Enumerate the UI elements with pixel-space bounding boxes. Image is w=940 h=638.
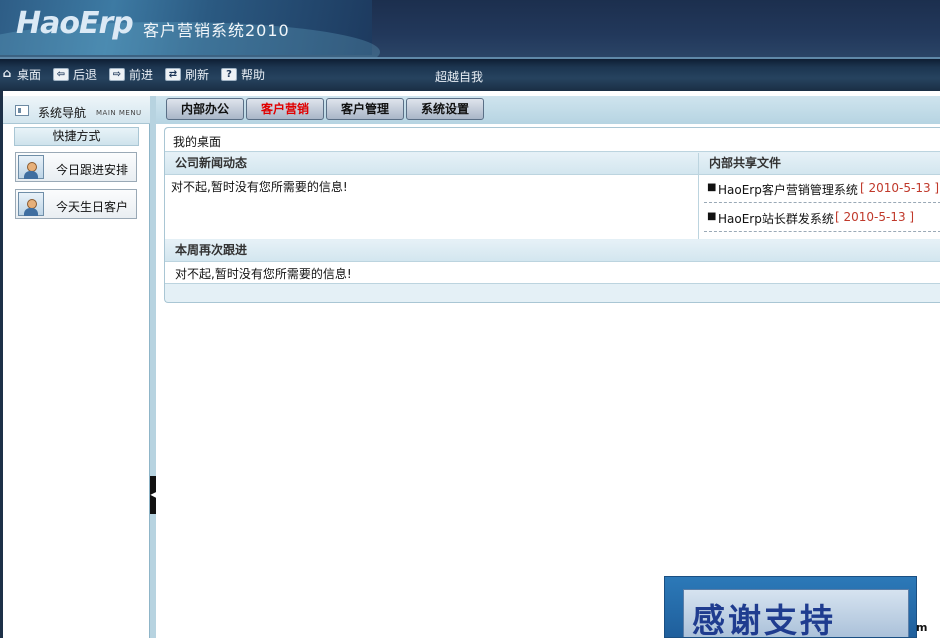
help-icon: ? bbox=[221, 67, 237, 81]
toolbar-back-label: 后退 bbox=[73, 67, 98, 82]
tab-marketing[interactable]: 客户营销 bbox=[246, 98, 324, 120]
toolbar-forward-button[interactable]: ⇨ 前进 bbox=[109, 66, 153, 82]
desktop-panel-title: 我的桌面 bbox=[165, 128, 940, 152]
file-link[interactable]: HaoErp站长群发系统 bbox=[718, 210, 834, 227]
refresh-icon: ⇄ bbox=[165, 67, 181, 81]
tab-office[interactable]: 内部办公 bbox=[166, 98, 244, 120]
menu-icon bbox=[15, 105, 29, 116]
file-date: [ 2010-5-13 ] bbox=[860, 181, 940, 195]
toolbar: ⌂ 桌面 ⇦ 后退 ⇨ 前进 ⇄ 刷新 ? 帮助 超越自我 bbox=[0, 57, 940, 91]
followup-section-header: 本周再次跟进 bbox=[165, 240, 940, 262]
toolbar-forward-label: 前进 bbox=[129, 67, 154, 82]
sidebar-header: 系统导航 MAIN MENU bbox=[3, 96, 150, 124]
shortcut-label: 今日跟进安排 bbox=[56, 163, 129, 177]
toolbar-desktop-label: 桌面 bbox=[17, 67, 42, 82]
files-section-body: ■ HaoErp客户营销管理系统 [ 2010-5-13 ] ■ HaoErp站… bbox=[699, 175, 940, 239]
shortcut-today-followup[interactable]: 今日跟进安排 bbox=[15, 152, 137, 182]
shortcut-label: 今天生日客户 bbox=[56, 200, 129, 214]
toolbar-slogan: 超越自我 bbox=[435, 70, 484, 84]
sidebar-title: 系统导航 bbox=[38, 106, 87, 120]
toolbar-back-button[interactable]: ⇦ 后退 bbox=[53, 66, 97, 82]
thanks-badge-inner: 感谢支持 bbox=[683, 589, 909, 638]
files-section-header: 内部共享文件 bbox=[699, 153, 940, 175]
tab-system-settings[interactable]: 系统设置 bbox=[406, 98, 484, 120]
shortcut-birthday-customers[interactable]: 今天生日客户 bbox=[15, 189, 137, 219]
tab-customer-management[interactable]: 客户管理 bbox=[326, 98, 404, 120]
toolbar-refresh-button[interactable]: ⇄ 刷新 bbox=[165, 66, 209, 82]
back-arrow-icon: ⇦ bbox=[53, 67, 69, 81]
user-icon bbox=[18, 192, 44, 216]
news-section-body: 对不起,暂时没有您所需要的信息! bbox=[165, 175, 699, 239]
badge-tail-text: m bbox=[916, 621, 928, 634]
followup-section-body: 对不起,暂时没有您所需要的信息! bbox=[165, 262, 940, 284]
forward-arrow-icon: ⇨ bbox=[109, 67, 125, 81]
file-list-item: ■ HaoErp站长群发系统 [ 2010-5-13 ] bbox=[704, 204, 940, 232]
main-area: 内部办公 客户营销 客户管理 系统设置 我的桌面 公司新闻动态 对不起,暂时没有… bbox=[156, 91, 940, 638]
sidebar-title-en: MAIN MENU bbox=[96, 109, 142, 117]
thanks-badge: 感谢支持 bbox=[664, 576, 917, 638]
user-icon bbox=[18, 155, 44, 179]
desktop-panel: 我的桌面 公司新闻动态 对不起,暂时没有您所需要的信息! 内部共享文件 ■ Ha… bbox=[164, 127, 940, 303]
module-tabbar: 内部办公 客户营销 客户管理 系统设置 bbox=[156, 96, 940, 124]
toolbar-desktop-button[interactable]: ⌂ 桌面 bbox=[1, 66, 41, 82]
file-list-item: ■ HaoErp客户营销管理系统 [ 2010-5-13 ] bbox=[704, 175, 940, 203]
toolbar-help-label: 帮助 bbox=[241, 67, 266, 82]
toolbar-help-button[interactable]: ? 帮助 bbox=[221, 66, 265, 82]
toolbar-refresh-label: 刷新 bbox=[185, 67, 210, 82]
file-link[interactable]: HaoErp客户营销管理系统 bbox=[718, 181, 858, 198]
sidebar: 系统导航 MAIN MENU 快捷方式 今日跟进安排 今天生日客户 bbox=[3, 96, 150, 638]
bullet-icon: ■ bbox=[707, 182, 717, 193]
header-banner: HaoErp 客户营销系统2010 bbox=[0, 0, 940, 57]
app-title: 客户营销系统2010 bbox=[143, 21, 290, 40]
followup-empty-message: 对不起,暂时没有您所需要的信息! bbox=[175, 267, 352, 281]
shortcut-header: 快捷方式 bbox=[14, 127, 139, 146]
app-logo: HaoErp bbox=[16, 6, 134, 41]
desktop-title: 我的桌面 bbox=[173, 135, 222, 149]
file-date: [ 2010-5-13 ] bbox=[835, 210, 915, 224]
bullet-icon: ■ bbox=[707, 211, 717, 222]
news-empty-message: 对不起,暂时没有您所需要的信息! bbox=[171, 180, 348, 194]
home-icon: ⌂ bbox=[2, 65, 12, 80]
news-section-header: 公司新闻动态 bbox=[165, 153, 699, 175]
thanks-text: 感谢支持 bbox=[692, 601, 836, 638]
